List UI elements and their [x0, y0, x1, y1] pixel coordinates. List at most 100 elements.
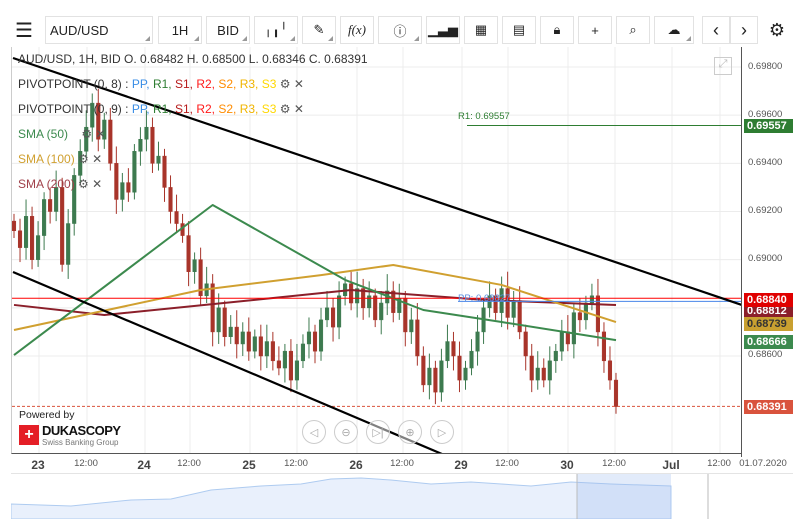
- pivot-item-s2: S2,: [218, 77, 240, 91]
- candle-body: [258, 336, 263, 357]
- candle-body: [192, 259, 197, 272]
- candle-body: [337, 295, 342, 328]
- time-tick: 01.07.2020: [739, 458, 787, 469]
- candle-body: [373, 295, 378, 321]
- magnifier-icon: ⌕: [629, 22, 637, 37]
- calendar-button[interactable]: ▦: [464, 16, 498, 44]
- candle-body: [517, 300, 522, 333]
- candle-body: [439, 360, 444, 393]
- candle-body: [216, 307, 221, 333]
- close-icon[interactable]: ✕: [92, 152, 102, 166]
- sma100-line: [13, 263, 617, 331]
- close-icon[interactable]: ✕: [294, 102, 304, 116]
- candle-body: [318, 319, 324, 352]
- candle-body: [535, 367, 540, 381]
- document-icon: ▤: [512, 22, 526, 37]
- candle-body: [451, 341, 456, 357]
- navigator-area: [11, 474, 709, 519]
- close-icon[interactable]: ✕: [294, 77, 304, 91]
- candle-body: [427, 367, 432, 386]
- candle-body: [331, 307, 336, 328]
- candle-body: [541, 367, 546, 381]
- upload-button[interactable]: ☁: [654, 16, 694, 44]
- pivot-item-pp: PP,: [131, 77, 153, 91]
- hamburger-icon: ☰: [15, 19, 33, 42]
- gear-icon[interactable]: ⚙: [81, 127, 92, 141]
- triangle-left-icon: ◁: [309, 426, 319, 439]
- candle-body: [601, 331, 607, 362]
- indicators-button[interactable]: f(x): [340, 16, 374, 44]
- sma100-price-badge: 0.68739: [744, 317, 793, 331]
- candle-body: [150, 126, 155, 164]
- pivot-item-r3: R3,: [239, 77, 262, 91]
- draw-button[interactable]: ✎: [302, 16, 336, 44]
- close-icon[interactable]: ✕: [95, 127, 105, 141]
- candle-body: [60, 187, 65, 265]
- symbol-select[interactable]: AUD/USD: [45, 16, 153, 44]
- gear-icon[interactable]: ⚙: [78, 152, 89, 166]
- settings-button[interactable]: ⚙: [764, 16, 790, 44]
- candle-body: [457, 355, 462, 381]
- period-select[interactable]: 1H: [158, 16, 202, 44]
- candle-body: [415, 319, 420, 357]
- candle-body: [613, 379, 619, 407]
- candle-body: [36, 235, 41, 260]
- zoom-in-button[interactable]: ⊕: [398, 420, 422, 444]
- candle-body: [589, 295, 594, 304]
- symbol-value: AUD/USD: [50, 22, 109, 38]
- zoom-out-button[interactable]: ⊖: [334, 420, 358, 444]
- prev-button[interactable]: ‹: [702, 16, 730, 44]
- brand-name: DUKASCOPY: [42, 423, 121, 438]
- fullscreen-icon[interactable]: ⤢: [714, 57, 732, 75]
- pivot-item-r2: R2,: [196, 77, 219, 91]
- gear-icon[interactable]: ⚙: [280, 102, 291, 116]
- side-select[interactable]: BID: [206, 16, 250, 44]
- report-button[interactable]: ▤: [502, 16, 536, 44]
- navigator[interactable]: [11, 473, 793, 519]
- price-axis[interactable]: 0.69800 0.69600 0.69400 0.69200 0.69000 …: [741, 47, 793, 457]
- gear-icon[interactable]: ⚙: [78, 177, 89, 191]
- candle-body: [511, 300, 516, 318]
- time-tick: Jul: [662, 458, 680, 472]
- candle-body: [475, 331, 480, 352]
- price-tick: 0.69800: [748, 61, 783, 72]
- navigator-window[interactable]: [577, 474, 671, 519]
- chart-type-button[interactable]: ╷╻╵: [254, 16, 298, 44]
- pencil-icon: ✎: [313, 22, 325, 37]
- info-button[interactable]: ⓘ: [378, 16, 422, 44]
- time-tick: 12:00: [495, 458, 519, 469]
- candle-body: [240, 331, 245, 345]
- candle-body: [294, 360, 299, 381]
- sma50-legend: SMA (50) ⚙ ✕: [18, 127, 106, 141]
- lock-button[interactable]: 🔒︎: [540, 16, 574, 44]
- zoom-in-icon: ⊕: [405, 426, 415, 439]
- candle-body: [312, 331, 318, 352]
- pivot-item-s3: S3: [261, 102, 277, 116]
- menu-button[interactable]: ☰: [8, 16, 40, 44]
- gear-icon[interactable]: ⚙: [280, 77, 291, 91]
- price-tick: 0.68600: [748, 349, 783, 360]
- candle-body: [367, 295, 372, 309]
- scroll-left-button[interactable]: ◁: [302, 420, 326, 444]
- pivot-item-r1: R1,: [152, 102, 175, 116]
- candle-body: [228, 326, 233, 337]
- candle-body: [433, 367, 438, 393]
- price-tick: 0.69000: [748, 253, 783, 264]
- close-icon[interactable]: ✕: [92, 177, 102, 191]
- next-button[interactable]: ›: [730, 16, 758, 44]
- zoom-button[interactable]: ⌕: [616, 16, 650, 44]
- candle-body: [463, 367, 468, 381]
- candle-body: [42, 199, 47, 236]
- candle-body: [409, 319, 414, 333]
- scroll-right-button[interactable]: ▷: [430, 420, 454, 444]
- side-value: BID: [217, 22, 239, 38]
- pivot-item-pp: PP,: [131, 102, 153, 116]
- pivot-legend-2: PIVOTPOINT (0, 9) : PP, R1, S1, R2, S2, …: [18, 102, 304, 116]
- reset-button[interactable]: ▷|: [366, 420, 390, 444]
- volume-button[interactable]: ▁▃▅: [426, 16, 460, 44]
- pivot-items: PP, R1, S1, R2, S2, R3, S3: [132, 102, 277, 116]
- candle-body: [523, 331, 528, 357]
- crosshair-button[interactable]: +: [578, 16, 612, 44]
- crosshair-icon: +: [591, 22, 599, 38]
- candle-body: [252, 336, 257, 352]
